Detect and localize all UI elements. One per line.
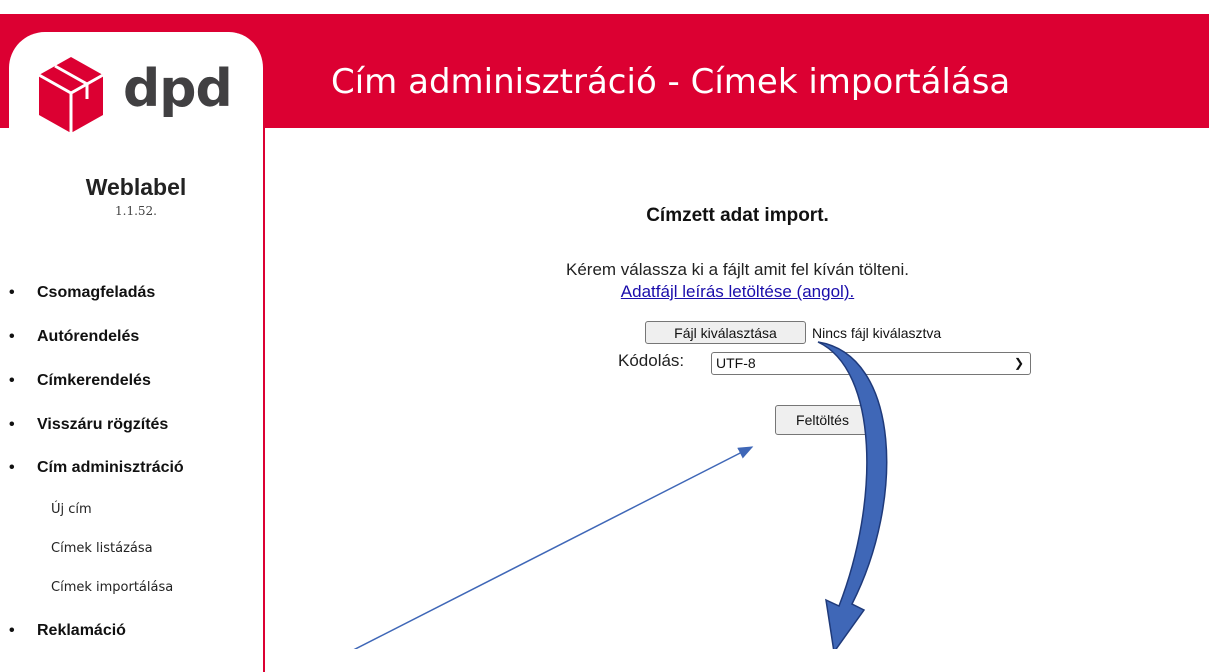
nav-item-autorendeles[interactable]: • Autórendelés bbox=[9, 328, 139, 346]
bullet: • bbox=[9, 328, 15, 345]
nav-item-label: Autórendelés bbox=[37, 328, 140, 345]
bullet: • bbox=[9, 622, 15, 639]
nav-item-label: Cím adminisztráció bbox=[37, 459, 184, 476]
dpd-cube-icon bbox=[38, 57, 104, 133]
bullet: • bbox=[9, 284, 15, 301]
nav-item-label: Reklamáció bbox=[37, 622, 126, 639]
nav-subitem-cimek-importalasa[interactable]: Címek importálása bbox=[51, 580, 173, 595]
nav-item-csomagfeladas[interactable]: • Csomagfeladás bbox=[9, 284, 155, 302]
bullet: • bbox=[9, 459, 15, 476]
nav-item-label: Csomagfeladás bbox=[37, 284, 156, 301]
nav-item-cimkerendeles[interactable]: • Címkerendelés bbox=[9, 372, 151, 390]
encoding-selected-value: UTF-8 bbox=[716, 355, 756, 371]
main-content: Címzett adat import. Kérem válassza ki a… bbox=[266, 128, 1209, 649]
nav-item-cim-adminisztracio[interactable]: • Cím adminisztráció bbox=[9, 459, 184, 477]
app-version: 1.1.52. bbox=[115, 204, 157, 218]
nav-item-label: Visszáru rögzítés bbox=[37, 416, 169, 433]
page-title: Cím adminisztráció - Címek importálása bbox=[331, 62, 1011, 102]
choose-file-button[interactable]: Fájl kiválasztása bbox=[645, 321, 806, 344]
bullet: • bbox=[9, 372, 15, 389]
dpd-logo-text[interactable]: dpd bbox=[123, 54, 233, 124]
bullet: • bbox=[9, 416, 15, 433]
nav-item-reklamacio[interactable]: • Reklamáció bbox=[9, 622, 126, 640]
upload-button[interactable]: Feltöltés bbox=[775, 405, 870, 435]
nav-subitem-uj-cim[interactable]: Új cím bbox=[51, 502, 92, 517]
encoding-select[interactable]: UTF-8 ❯ bbox=[711, 352, 1031, 375]
app-name: Weblabel bbox=[85, 174, 187, 200]
section-title: Címzett adat import. bbox=[646, 205, 829, 226]
nav-subitem-cimek-listazasa[interactable]: Címek listázása bbox=[51, 541, 153, 556]
file-status-text: Nincs fájl kiválasztva bbox=[812, 325, 942, 341]
encoding-label: Kódolás: bbox=[618, 351, 685, 370]
sidebar: dpd Weblabel 1.1.52. • Csomagfeladás • Aut… bbox=[9, 32, 265, 672]
instruction-text: Kérem válassza ki a fájlt amit fel kíván… bbox=[566, 260, 909, 279]
chevron-down-icon: ❯ bbox=[1013, 356, 1024, 370]
help-download-link[interactable]: Adatfájl leírás letöltése (angol). bbox=[266, 282, 1209, 302]
nav-item-label: Címkerendelés bbox=[37, 372, 151, 389]
nav-item-visszaru-rogzites[interactable]: • Visszáru rögzítés bbox=[9, 416, 168, 434]
